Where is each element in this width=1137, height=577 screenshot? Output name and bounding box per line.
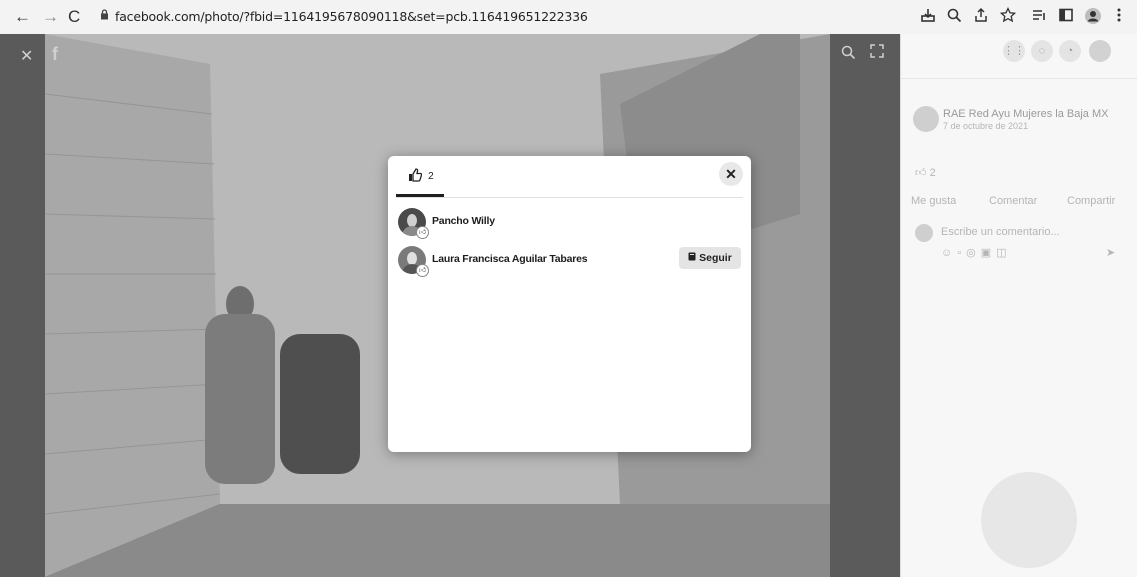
like-reaction-icon xyxy=(408,168,426,186)
post-author-avatar[interactable] xyxy=(913,106,939,132)
comment-tools-icon[interactable]: ☺▫◎▣◫ xyxy=(941,246,1012,259)
back-arrow-icon[interactable]: ← xyxy=(14,7,31,27)
menu-icon[interactable] xyxy=(1116,7,1122,27)
like-icon: 👍︎ xyxy=(915,167,927,179)
profile-icon[interactable] xyxy=(1084,7,1102,29)
reaction-count: 2 xyxy=(929,167,936,179)
reactions-dialog: 2 ✕ 👍︎ Pancho Willy 👍︎ Laura Francisca A… xyxy=(388,156,751,452)
comment-input[interactable]: Escribe un comentario... xyxy=(941,226,1060,238)
reactor-name[interactable]: Laura Francisca Aguilar Tabares xyxy=(432,253,588,265)
share-action-button[interactable]: Compartir xyxy=(1067,195,1115,207)
like-badge-icon: 👍︎ xyxy=(416,264,429,277)
follow-button[interactable]: Seguir xyxy=(679,247,741,269)
like-action-button[interactable]: Me gusta xyxy=(911,195,956,207)
follow-label: Seguir xyxy=(699,252,732,264)
download-icon[interactable] xyxy=(920,7,936,27)
post-timestamp[interactable]: 7 de octubre de 2021 xyxy=(943,121,1028,131)
follow-icon xyxy=(688,252,699,264)
decorative-circle xyxy=(981,472,1077,568)
window-icon[interactable] xyxy=(1058,7,1074,27)
account-avatar[interactable] xyxy=(1089,40,1111,62)
lock-icon[interactable] xyxy=(100,9,109,23)
post-side-panel: ⋮⋮ ◌ ◔ RAE Red Ayu Mujeres la Baja MX 7 … xyxy=(900,34,1137,577)
post-author-name[interactable]: RAE Red Ayu Mujeres la Baja MX xyxy=(943,108,1108,120)
close-viewer-icon[interactable]: ✕ xyxy=(20,46,33,66)
facebook-logo-icon[interactable]: f xyxy=(52,44,58,65)
dialog-divider xyxy=(396,197,743,198)
reaction-tab-count: 2 xyxy=(428,171,434,182)
like-badge-icon: 👍︎ xyxy=(416,226,429,239)
reload-icon[interactable]: C xyxy=(68,7,80,27)
reactor-row[interactable]: 👍︎ Pancho Willy xyxy=(398,206,741,240)
zoom-icon[interactable] xyxy=(946,7,962,27)
share-icon[interactable] xyxy=(973,7,989,27)
apps-menu-icon[interactable]: ⋮⋮ xyxy=(1003,40,1025,62)
reactor-row[interactable]: 👍︎ Laura Francisca Aguilar Tabares Segui… xyxy=(398,244,741,278)
reactor-name[interactable]: Pancho Willy xyxy=(432,215,495,227)
notifications-icon[interactable]: ◔ xyxy=(1059,40,1081,62)
commenter-avatar xyxy=(915,224,933,242)
forward-arrow-icon[interactable]: → xyxy=(42,7,59,27)
browser-toolbar: ← → C facebook.com/photo/?fbid=116419567… xyxy=(0,0,1137,35)
reading-list-icon[interactable] xyxy=(1031,7,1047,27)
divider xyxy=(901,78,1137,79)
messenger-icon[interactable]: ◌ xyxy=(1031,40,1053,62)
comment-action-button[interactable]: Comentar xyxy=(989,195,1037,207)
reaction-summary[interactable]: 👍︎ 2 xyxy=(915,166,936,179)
close-dialog-button[interactable]: ✕ xyxy=(719,162,743,186)
send-icon[interactable]: ➤ xyxy=(1106,246,1115,259)
star-icon[interactable] xyxy=(999,6,1017,27)
address-bar[interactable]: facebook.com/photo/?fbid=116419567809011… xyxy=(115,9,588,24)
close-icon: ✕ xyxy=(725,166,737,182)
